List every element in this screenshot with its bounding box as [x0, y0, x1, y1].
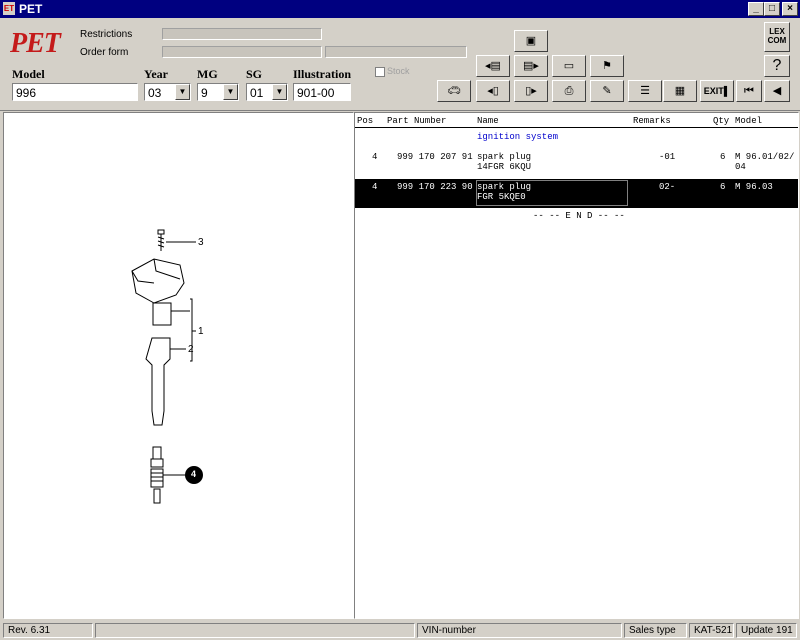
- status-vin: VIN-number: [417, 623, 622, 638]
- section-title: ignition system: [477, 132, 559, 142]
- row-part-number: 999 170 207 91: [397, 152, 473, 162]
- callout-3[interactable]: 3: [198, 237, 204, 248]
- app-icon: ET: [3, 2, 15, 15]
- row-model-cont: 04: [735, 162, 746, 172]
- col-pos: Pos: [357, 116, 374, 126]
- col-model: Model: [735, 116, 763, 126]
- toolbar: PET Restrictions Order form Stock Model …: [0, 18, 800, 111]
- sg-label: SG: [246, 67, 263, 81]
- model-field[interactable]: 996: [12, 83, 138, 101]
- row-qty: 6: [720, 152, 726, 162]
- row-name-detail: 14FGR 6KQU: [477, 162, 532, 172]
- year-select[interactable]: 03 ▼: [144, 83, 191, 101]
- col-part-number: Part Number: [387, 116, 447, 126]
- copy-document-button[interactable]: ▣: [514, 30, 548, 52]
- row-pos: 4: [372, 152, 378, 162]
- row-remarks: 02-: [659, 182, 676, 192]
- order-form-field: [162, 46, 322, 58]
- prev-page-button[interactable]: ◂▯: [476, 80, 510, 102]
- next-page-button[interactable]: ▯▸: [514, 80, 548, 102]
- row-name-detail: FGR 5KQE0: [477, 192, 526, 202]
- row-pos: 4: [372, 182, 378, 192]
- mg-select[interactable]: 9 ▼: [197, 83, 239, 101]
- restrictions-field: [162, 28, 322, 40]
- prev-document-button[interactable]: ◂▤: [476, 55, 510, 77]
- flag-icon[interactable]: ⚑: [590, 55, 624, 77]
- status-sales-type: Sales type: [624, 623, 687, 638]
- sg-select[interactable]: 01 ▼: [246, 83, 288, 101]
- col-name: Name: [477, 116, 499, 126]
- row-name: spark plug: [477, 182, 532, 192]
- illustration-pane: 3 1 2 4: [3, 112, 354, 619]
- car-icon[interactable]: 🚗︎: [437, 80, 471, 102]
- window-title: PET: [19, 2, 43, 16]
- pencil-icon[interactable]: ✎: [590, 80, 624, 102]
- next-document-button[interactable]: ▤▸: [514, 55, 548, 77]
- title-bar: ET PET _ □ ×: [0, 0, 800, 18]
- model-label: Model: [12, 67, 45, 81]
- view-button[interactable]: ▭: [552, 55, 586, 77]
- row-model: M 96.03: [735, 182, 773, 192]
- chevron-down-icon[interactable]: ▼: [272, 84, 287, 100]
- cart-icon[interactable]: ▦: [663, 80, 697, 102]
- restrictions-label: Restrictions: [80, 29, 133, 40]
- col-qty: Qty: [713, 116, 730, 126]
- callout-1[interactable]: 1: [198, 326, 204, 337]
- pet-logo: PET: [10, 28, 61, 59]
- parts-list-pane: Pos Part Number Name Remarks Qty Model i…: [354, 112, 799, 619]
- close-button[interactable]: ×: [782, 2, 798, 16]
- chevron-down-icon[interactable]: ▼: [223, 84, 238, 100]
- end-marker: -- -- E N D -- --: [533, 211, 625, 221]
- help-button[interactable]: ?: [764, 55, 790, 77]
- lexcom-button[interactable]: LEX COM: [764, 22, 790, 52]
- minimize-button[interactable]: _: [748, 2, 764, 16]
- row-qty: 6: [720, 182, 726, 192]
- maximize-button[interactable]: □: [764, 2, 780, 16]
- header-divider: [355, 127, 798, 128]
- first-icon[interactable]: ⏮: [736, 80, 762, 102]
- status-revision: Rev. 6.31: [3, 623, 93, 638]
- chevron-down-icon[interactable]: ▼: [175, 84, 190, 100]
- mg-label: MG: [197, 67, 218, 81]
- status-bar: Rev. 6.31 VIN-number Sales type KAT-521 …: [0, 621, 800, 640]
- status-empty: [95, 623, 415, 638]
- cell-divider: [627, 180, 628, 206]
- year-label: Year: [144, 67, 168, 81]
- row-part-number: 999 170 223 90: [397, 182, 473, 192]
- prev-icon[interactable]: ◀: [764, 80, 790, 102]
- order-form-field-2: [325, 46, 467, 58]
- print-icon[interactable]: ⎙: [552, 80, 586, 102]
- illustration-label: Illustration: [293, 67, 352, 81]
- exit-button[interactable]: EXIT▌: [700, 80, 734, 102]
- parts-illustration: [131, 229, 203, 504]
- illustration-field[interactable]: 901-00: [293, 83, 351, 101]
- row-remarks: -01: [659, 152, 676, 162]
- row-name: spark plug: [477, 152, 532, 162]
- status-kat: KAT-521: [689, 623, 734, 638]
- callout-2[interactable]: 2: [188, 344, 194, 355]
- stock-checkbox[interactable]: Stock: [375, 66, 410, 77]
- callout-4-label: 4: [191, 469, 197, 479]
- status-update: Update 191: [736, 623, 797, 638]
- list-icon[interactable]: ☰: [628, 80, 662, 102]
- order-form-label: Order form: [80, 47, 129, 58]
- col-remarks: Remarks: [633, 116, 671, 126]
- row-model: M 96.01/02/: [735, 152, 795, 162]
